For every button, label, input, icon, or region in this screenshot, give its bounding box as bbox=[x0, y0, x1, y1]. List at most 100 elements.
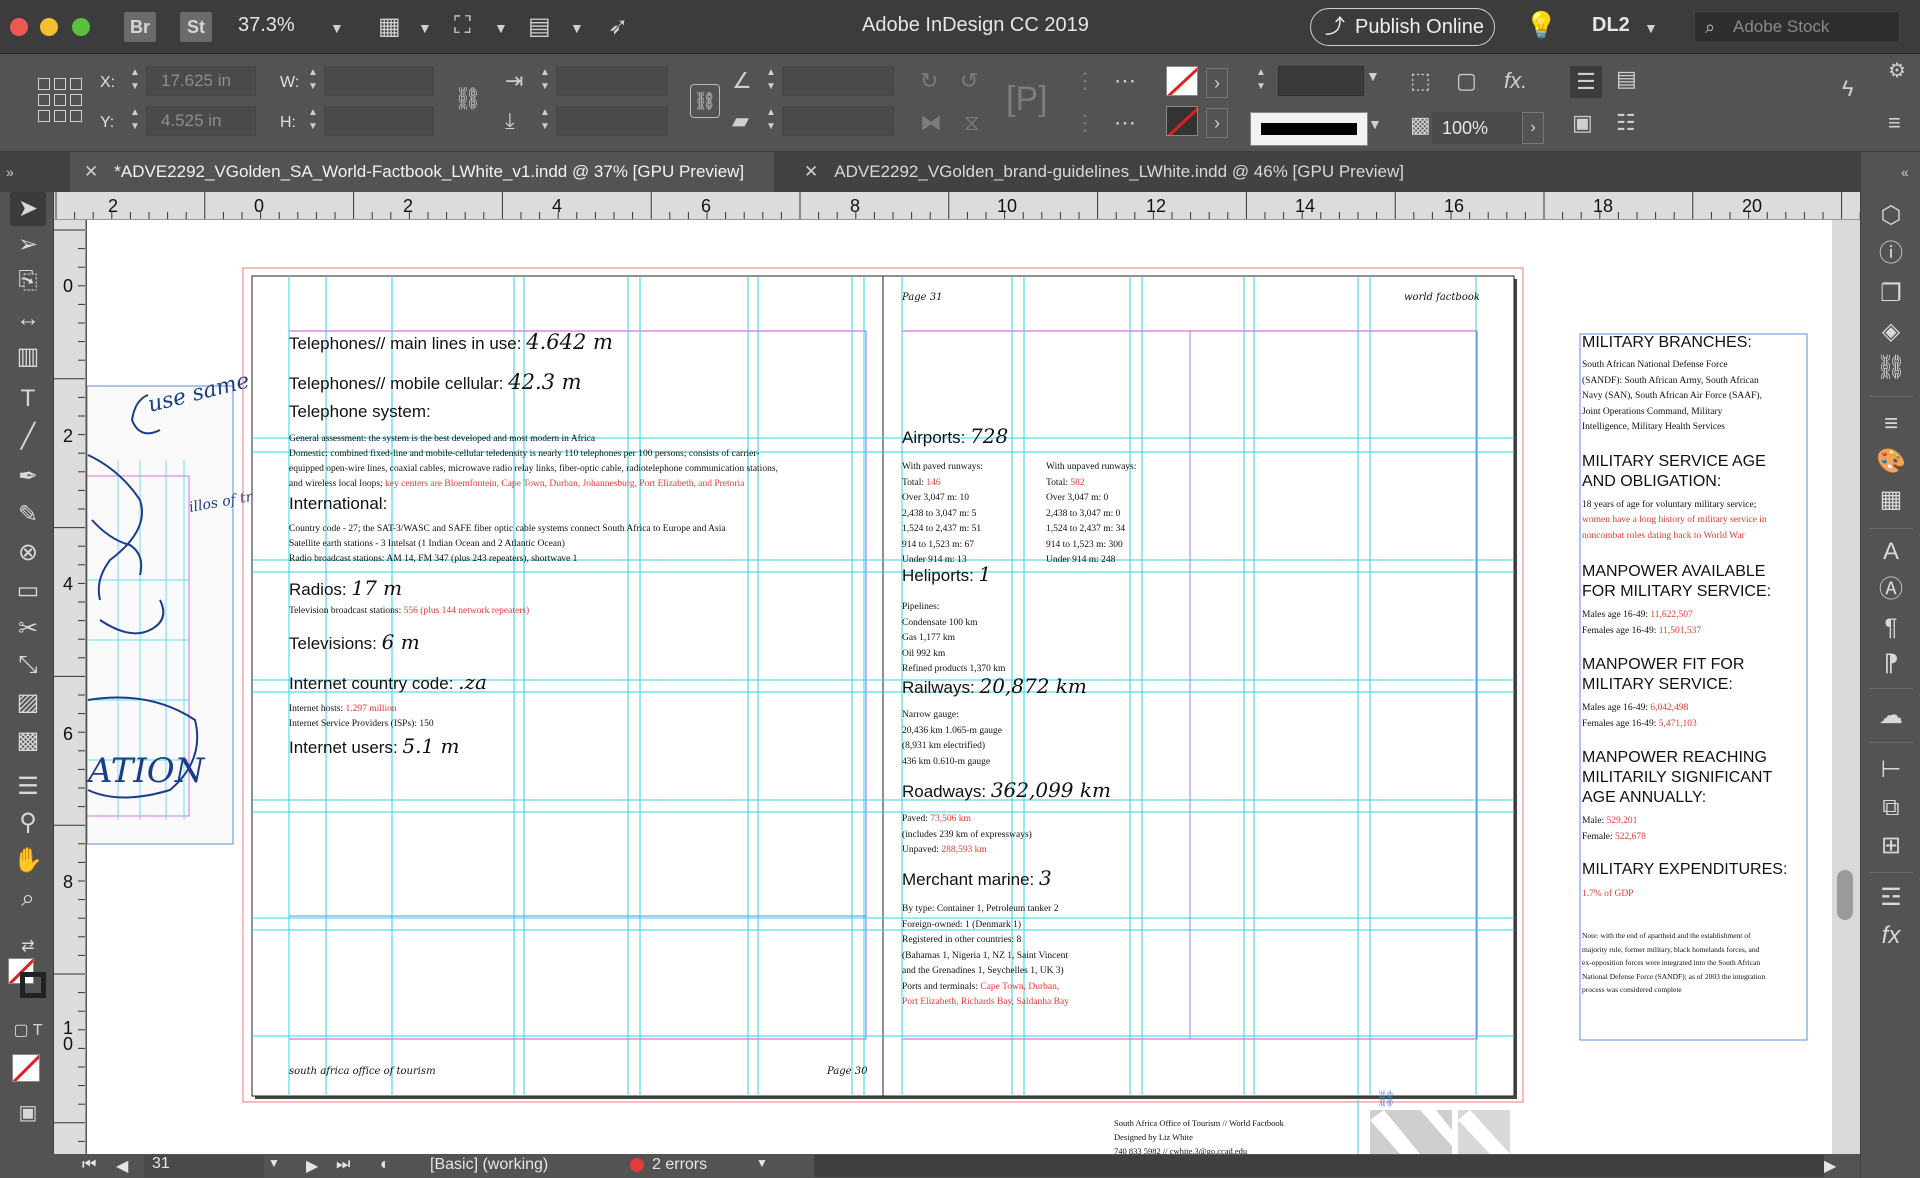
select-next-icon[interactable]: ⋯ bbox=[1114, 110, 1136, 136]
select-content-icon[interactable]: ⋮ bbox=[1074, 110, 1096, 136]
swatches-icon[interactable]: 🎨 bbox=[1875, 446, 1907, 478]
scale-y-stepper[interactable]: ▲ ▼ bbox=[536, 106, 554, 136]
x-stepper[interactable]: ▲ ▼ bbox=[126, 66, 144, 96]
gear-icon[interactable]: ⚙ bbox=[1888, 58, 1906, 83]
preflight-profile[interactable]: [Basic] (working) bbox=[430, 1156, 548, 1174]
note-tool-icon[interactable]: ☰ bbox=[10, 770, 46, 804]
height-field[interactable] bbox=[324, 106, 434, 136]
select-previous-icon[interactable]: ⋯ bbox=[1114, 68, 1136, 94]
scale-x-stepper[interactable]: ▲ ▼ bbox=[536, 66, 554, 96]
chevron-down-icon[interactable]: ▼ bbox=[1644, 20, 1658, 36]
pen-tool-icon[interactable]: ✒ bbox=[10, 460, 46, 494]
apply-none-icon[interactable] bbox=[12, 1054, 40, 1082]
width-field[interactable] bbox=[324, 66, 434, 96]
link-icon[interactable]: ⛓ bbox=[1376, 1090, 1396, 1108]
info-icon[interactable]: ⓘ bbox=[1875, 238, 1907, 270]
constrain-proportions-icon[interactable]: ⛓ bbox=[454, 86, 482, 112]
rotate-stepper[interactable]: ▲ ▼ bbox=[762, 66, 780, 96]
fill-swatch[interactable] bbox=[1166, 66, 1198, 96]
stroke-panel-icon[interactable]: ≡ bbox=[1875, 408, 1907, 440]
maximize-window-button[interactable] bbox=[72, 18, 90, 36]
tab-brand-guidelines[interactable]: ✕ ADVE2292_VGolden_brand-guidelines_LWhit… bbox=[790, 152, 1440, 192]
tab-world-factbook[interactable]: ✕ *ADVE2292_VGolden_SA_World-Factbook_LWh… bbox=[70, 152, 774, 192]
vertical-scroll-thumb[interactable] bbox=[1837, 870, 1853, 920]
chevron-right-icon[interactable]: › bbox=[1206, 68, 1228, 98]
chevron-down-icon[interactable]: ▼ bbox=[1366, 68, 1380, 84]
shear-stepper[interactable]: ▲ ▼ bbox=[762, 106, 780, 136]
zoom-tool-icon[interactable]: ⌕ bbox=[10, 882, 46, 916]
align-top-icon[interactable]: ▣ bbox=[1572, 110, 1593, 136]
lightning-icon[interactable]: ϟ bbox=[1842, 76, 1854, 102]
first-page-icon[interactable]: ⏮ bbox=[82, 1156, 96, 1174]
effects-icon[interactable]: fx bbox=[1875, 920, 1907, 952]
shear-field[interactable] bbox=[782, 106, 894, 136]
chevron-down-icon[interactable]: ▼ bbox=[268, 1156, 280, 1170]
creative-cloud-icon[interactable]: ☁ bbox=[1875, 700, 1907, 732]
h-stepper[interactable]: ▲ ▼ bbox=[304, 106, 322, 136]
arrange-documents-icon[interactable]: ▤ bbox=[528, 12, 551, 41]
collapse-icon[interactable]: » bbox=[6, 152, 14, 192]
workspace-switcher[interactable]: DL2 bbox=[1592, 14, 1630, 37]
lightbulb-icon[interactable]: 💡 bbox=[1525, 10, 1557, 41]
chevron-down-icon[interactable]: ▼ bbox=[418, 20, 432, 36]
align-center-icon[interactable]: ☷ bbox=[1616, 110, 1636, 136]
stroke-type-preview[interactable] bbox=[1250, 112, 1368, 146]
free-transform-tool-icon[interactable]: ⤡ bbox=[10, 648, 46, 682]
frame-fitting-icon[interactable]: ⬚ bbox=[1410, 68, 1431, 94]
errors-count[interactable]: 2 errors bbox=[652, 1156, 707, 1174]
rotate-cw-icon[interactable]: ↻ bbox=[920, 68, 938, 94]
chevron-down-icon[interactable]: ▼ bbox=[330, 20, 344, 36]
x-position-field[interactable]: 17.625 in bbox=[146, 66, 256, 96]
adobe-stock-search[interactable]: ⌕ Adobe Stock bbox=[1694, 11, 1900, 43]
scale-x-field[interactable] bbox=[556, 66, 668, 96]
bridge-button[interactable]: Br bbox=[124, 12, 156, 42]
y-position-field[interactable]: 4.525 in bbox=[146, 106, 256, 136]
gradient-panel-icon[interactable]: ▦ bbox=[1875, 484, 1907, 516]
zoom-level[interactable]: 37.3% bbox=[238, 14, 295, 37]
text-wrap-bounding-icon[interactable]: ▤ bbox=[1616, 66, 1637, 92]
line-tool-icon[interactable]: ╱ bbox=[10, 420, 46, 454]
opacity-field[interactable]: 100% bbox=[1432, 112, 1522, 144]
rectangle-tool-icon[interactable]: ▭ bbox=[10, 574, 46, 608]
page-number-field[interactable]: 31 bbox=[144, 1155, 264, 1177]
w-stepper[interactable]: ▲ ▼ bbox=[304, 66, 322, 96]
format-container-icon[interactable]: ▢ T bbox=[10, 1014, 46, 1048]
select-container-icon[interactable]: ⋮ bbox=[1074, 68, 1096, 94]
drop-shadow-icon[interactable]: ▢ bbox=[1456, 68, 1477, 94]
chevron-down-icon[interactable]: ▼ bbox=[1368, 116, 1382, 132]
preflight-profile-icon[interactable]: ◐ bbox=[380, 1156, 390, 1174]
paragraph-styles-icon[interactable]: ⁋ bbox=[1875, 648, 1907, 680]
vertical-scrollbar[interactable] bbox=[1832, 220, 1860, 1154]
stroke-color-icon[interactable] bbox=[20, 972, 46, 998]
pathfinder-icon[interactable]: ⧉ bbox=[1875, 792, 1907, 824]
next-page-icon[interactable]: ▶ bbox=[306, 1156, 318, 1176]
transform-icon[interactable]: ⊞ bbox=[1875, 830, 1907, 862]
page-tool-icon[interactable]: ⎘ bbox=[10, 264, 46, 298]
stock-button[interactable]: St bbox=[180, 12, 212, 42]
pages-icon[interactable]: ❐ bbox=[1875, 278, 1907, 310]
rotation-field[interactable] bbox=[782, 66, 894, 96]
scale-y-field[interactable] bbox=[556, 106, 668, 136]
pasteboard[interactable]: use same beaded ref illos of transp ATIO… bbox=[87, 220, 1860, 1154]
close-icon[interactable]: ✕ bbox=[804, 162, 818, 181]
gradient-feather-icon[interactable]: ▩ bbox=[10, 724, 46, 758]
eyedropper-tool-icon[interactable]: ⚲ bbox=[10, 806, 46, 840]
horizontal-scrollbar[interactable] bbox=[814, 1155, 1824, 1177]
pencil-tool-icon[interactable]: ✎ bbox=[10, 498, 46, 532]
previous-page-icon[interactable]: ◀ bbox=[116, 1156, 128, 1176]
text-wrap-none-icon[interactable]: ☰ bbox=[1570, 66, 1602, 98]
view-options-icon[interactable]: ▦ bbox=[378, 12, 401, 41]
paragraph-icon[interactable]: ¶ bbox=[1875, 612, 1907, 644]
chevron-down-icon[interactable]: ▼ bbox=[756, 1156, 768, 1170]
scissors-tool-icon[interactable]: ✂ bbox=[10, 612, 46, 646]
close-icon[interactable]: ✕ bbox=[84, 162, 98, 181]
chevron-right-icon[interactable]: › bbox=[1206, 108, 1228, 138]
y-stepper[interactable]: ▲ ▼ bbox=[126, 106, 144, 136]
chain-link-icon[interactable]: ⛓ bbox=[690, 84, 720, 118]
links-icon[interactable]: ⛓ bbox=[1875, 352, 1907, 384]
content-collector-icon[interactable]: ▥ bbox=[10, 340, 46, 374]
gap-tool-icon[interactable]: ↔ bbox=[10, 302, 46, 336]
align-panel-icon[interactable]: ⊢ bbox=[1875, 754, 1907, 786]
stroke-weight-stepper[interactable]: ▲ ▼ bbox=[1252, 66, 1270, 96]
text-wrap-panel-icon[interactable]: ☲ bbox=[1875, 882, 1907, 914]
